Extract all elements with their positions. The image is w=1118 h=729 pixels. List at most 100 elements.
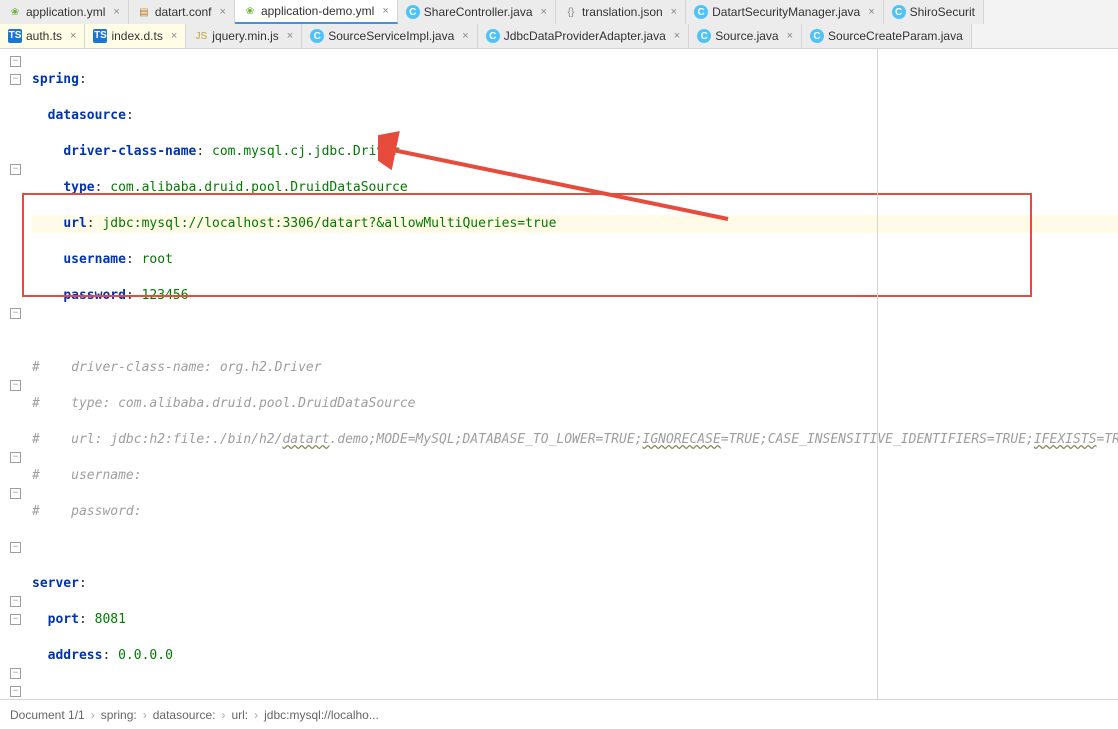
close-icon[interactable]: × xyxy=(287,30,293,42)
fold-marker[interactable]: − xyxy=(10,164,21,175)
close-icon[interactable]: × xyxy=(674,30,680,42)
colon: : xyxy=(126,288,142,303)
fold-marker[interactable]: − xyxy=(10,56,21,67)
value: com.alibaba.druid.pool.DruidDataSource xyxy=(110,180,407,195)
key: spring xyxy=(32,72,79,87)
colon: : xyxy=(79,72,87,87)
colon: : xyxy=(87,216,103,231)
fold-marker[interactable]: − xyxy=(10,542,21,553)
comment: # url: jdbc:h2:file:./bin/h2/datart.demo… xyxy=(32,432,1118,447)
editor-tab[interactable]: TS index.d.ts × xyxy=(85,24,186,48)
breadcrumb-item[interactable]: url: xyxy=(231,708,248,722)
key: server xyxy=(32,576,79,591)
close-icon[interactable]: × xyxy=(382,5,388,17)
fold-marker[interactable]: − xyxy=(10,488,21,499)
colon: : xyxy=(102,648,118,663)
ts-icon: TS xyxy=(93,29,107,43)
chevron-right-icon: › xyxy=(91,708,95,722)
editor-tab[interactable]: ▤ datart.conf × xyxy=(129,0,235,24)
java-class-icon: C xyxy=(810,29,824,43)
fold-marker[interactable]: − xyxy=(10,596,21,607)
editor-tab[interactable]: TS auth.ts × xyxy=(0,24,85,48)
fold-marker[interactable]: − xyxy=(10,686,21,697)
tab-label: Source.java xyxy=(715,29,778,43)
close-icon[interactable]: × xyxy=(113,6,119,18)
tab-label: SourceServiceImpl.java xyxy=(328,29,454,43)
tab-row-2: TSauth.ts×TSindex.d.ts×JSjquery.min.js×C… xyxy=(0,24,1118,48)
colon: : xyxy=(126,108,134,123)
fold-marker[interactable]: − xyxy=(10,668,21,679)
value: 123456 xyxy=(142,288,189,303)
tab-label: application.yml xyxy=(26,5,105,19)
chevron-right-icon: › xyxy=(143,708,147,722)
editor-tab[interactable]: C SourceServiceImpl.java × xyxy=(302,24,478,48)
chevron-right-icon: › xyxy=(221,708,225,722)
comment: # type: com.alibaba.druid.pool.DruidData… xyxy=(32,396,416,411)
value: com.mysql.cj.jdbc.Driver xyxy=(212,144,400,159)
code-editor[interactable]: − − − − − − − − − − − − spring: datasour… xyxy=(0,49,1118,701)
editor-tab[interactable]: {}translation.json× xyxy=(556,0,686,24)
editor-tab[interactable]: C SourceCreateParam.java xyxy=(802,24,972,48)
java-class-icon: C xyxy=(406,5,420,19)
key: driver-class-name xyxy=(63,144,196,159)
close-icon[interactable]: × xyxy=(671,6,677,18)
editor-tab[interactable]: ❀application-demo.yml× xyxy=(235,0,398,24)
close-icon[interactable]: × xyxy=(787,30,793,42)
breadcrumb-item[interactable]: spring: xyxy=(101,708,137,722)
fold-marker[interactable]: − xyxy=(10,452,21,463)
java-class-icon: C xyxy=(892,5,906,19)
colon: : xyxy=(126,252,142,267)
config-icon: ▤ xyxy=(137,5,151,19)
colon: : xyxy=(196,144,212,159)
editor-tabs: ❀application.yml×▤datart.conf×❀applicati… xyxy=(0,0,1118,49)
tab-label: ShiroSecurit xyxy=(910,5,975,19)
tab-label: auth.ts xyxy=(26,29,62,43)
close-icon[interactable]: × xyxy=(70,30,76,42)
tab-row-1: ❀application.yml×▤datart.conf×❀applicati… xyxy=(0,0,1118,24)
editor-tab[interactable]: CDatartSecurityManager.java× xyxy=(686,0,884,24)
breadcrumb: Document 1/1 › spring: › datasource: › url:… xyxy=(0,699,1118,729)
java-class-icon: C xyxy=(486,29,500,43)
editor-tab[interactable]: CJdbcDataProviderAdapter.java× xyxy=(478,24,690,48)
ts-icon: TS xyxy=(8,29,22,43)
editor-tab[interactable]: C ShiroSecurit xyxy=(884,0,984,24)
colon: : xyxy=(79,576,87,591)
java-class-icon: C xyxy=(697,29,711,43)
tab-label: index.d.ts xyxy=(111,29,162,43)
tab-label: SourceCreateParam.java xyxy=(828,29,963,43)
value: 0.0.0.0 xyxy=(118,648,173,663)
breadcrumb-item[interactable]: jdbc:mysql://localho... xyxy=(264,708,379,722)
editor-tab[interactable]: ❀application.yml× xyxy=(0,0,129,24)
value: 8081 xyxy=(95,612,126,627)
key: password xyxy=(63,288,126,303)
key: address xyxy=(48,648,103,663)
close-icon[interactable]: × xyxy=(541,6,547,18)
fold-marker[interactable]: − xyxy=(10,74,21,85)
value: jdbc:mysql://localhost:3306/datart?&allo… xyxy=(102,216,556,231)
key: port xyxy=(48,612,79,627)
comment: # driver-class-name: org.h2.Driver xyxy=(32,360,322,375)
tab-label: jquery.min.js xyxy=(212,29,278,43)
close-icon[interactable]: × xyxy=(220,6,226,18)
spring-icon: ❀ xyxy=(243,4,257,18)
tab-label: DatartSecurityManager.java xyxy=(712,5,860,19)
fold-marker[interactable]: − xyxy=(10,614,21,625)
split-divider[interactable] xyxy=(877,48,878,700)
close-icon[interactable]: × xyxy=(462,30,468,42)
breadcrumb-item[interactable]: Document 1/1 xyxy=(10,708,85,722)
code-area[interactable]: spring: datasource: driver-class-name: c… xyxy=(0,53,1118,701)
fold-marker[interactable]: − xyxy=(10,308,21,319)
close-icon[interactable]: × xyxy=(171,30,177,42)
java-class-icon: C xyxy=(310,29,324,43)
close-icon[interactable]: × xyxy=(868,6,874,18)
key: type xyxy=(63,180,94,195)
fold-marker[interactable]: − xyxy=(10,380,21,391)
breadcrumb-item[interactable]: datasource: xyxy=(153,708,216,722)
key: datasource xyxy=(48,108,126,123)
editor-tab[interactable]: C Source.java × xyxy=(689,24,802,48)
editor-tab[interactable]: JSjquery.min.js× xyxy=(186,24,302,48)
tab-label: datart.conf xyxy=(155,5,212,19)
tab-label: ShareController.java xyxy=(424,5,533,19)
value: root xyxy=(142,252,173,267)
editor-tab[interactable]: C ShareController.java × xyxy=(398,0,556,24)
